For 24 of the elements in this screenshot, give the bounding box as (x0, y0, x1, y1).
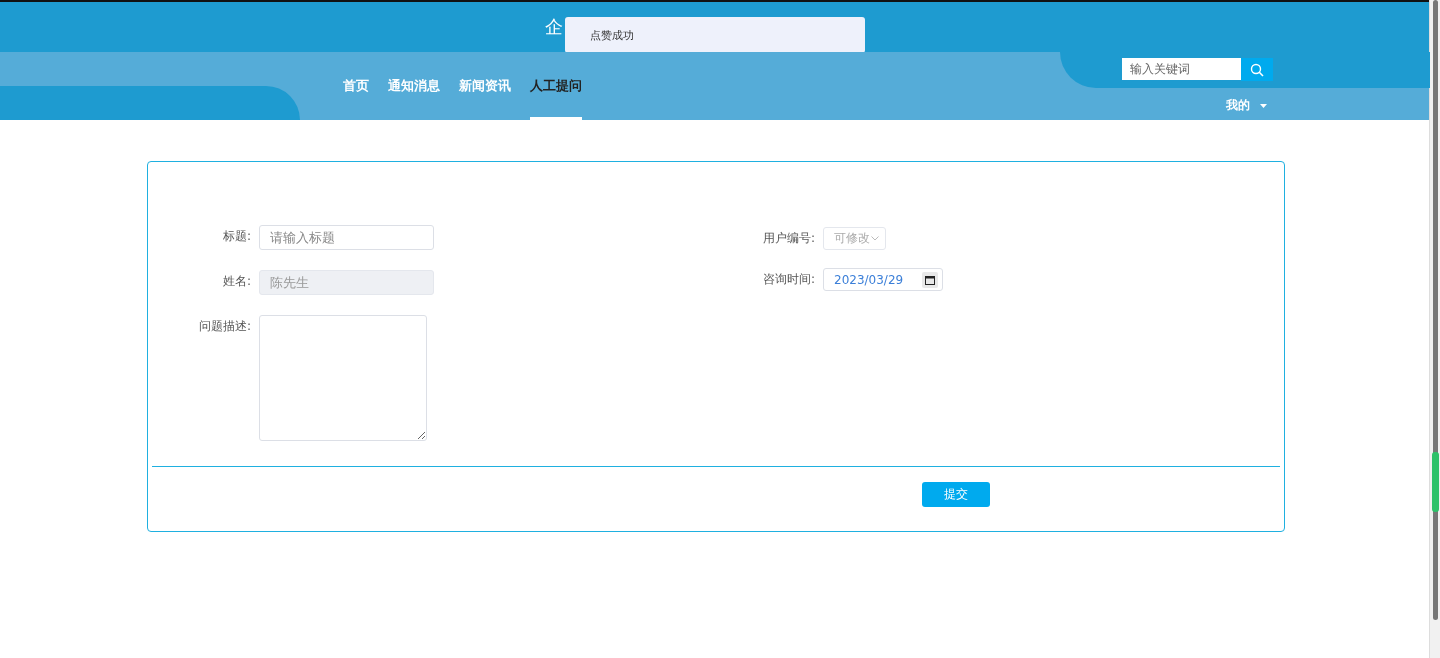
field-label: 用户编号: (761, 230, 815, 247)
nav-tab[interactable]: 人工提问 (530, 52, 582, 120)
scrollbar[interactable] (1429, 0, 1440, 658)
field-label: 姓名: (221, 273, 251, 290)
field-label: 问题描述: (197, 318, 251, 335)
field-label: 标题: (221, 228, 251, 245)
field-label: 咨询时间: (761, 271, 815, 288)
chevron-icon (871, 236, 879, 241)
site-title: 企 (545, 15, 563, 39)
search-button[interactable] (1241, 58, 1273, 81)
description-field[interactable] (259, 315, 427, 441)
title-field[interactable]: 请输入标题 (259, 225, 434, 250)
nav-tab[interactable]: 新闻资讯 (459, 52, 511, 120)
caret-icon (1260, 103, 1267, 108)
user-menu[interactable]: 我的 (1226, 97, 1267, 114)
toast-message: 点赞成功 (565, 17, 865, 53)
scrollbar-thumb[interactable] (1431, 452, 1439, 512)
submit-button[interactable]: 提交 (922, 482, 990, 507)
calendar-icon[interactable] (922, 271, 938, 288)
date-field[interactable]: 2023/03/29 (823, 268, 943, 291)
search-icon (1250, 62, 1264, 77)
nav-tab[interactable]: 通知消息 (388, 52, 440, 120)
search-field[interactable]: 输入关键词 (1122, 58, 1241, 80)
nav-tab[interactable]: 首页 (343, 52, 369, 120)
